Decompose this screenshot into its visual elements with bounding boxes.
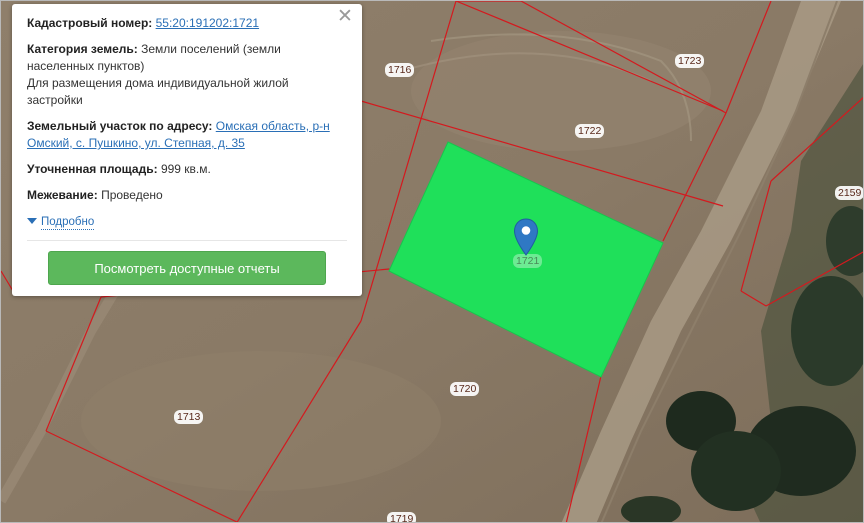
land-usage-value: Для размещения дома индивидуальной жилой… xyxy=(27,76,289,107)
area-value: 999 кв.м. xyxy=(160,162,211,176)
parcel-label-1713: 1713 xyxy=(174,410,204,424)
view-reports-button[interactable]: Посмотреть доступные отчеты xyxy=(48,251,326,285)
more-details-row: Подробно xyxy=(27,213,347,230)
parcel-label-2159: 2159 xyxy=(835,186,863,200)
cadastral-number-row: Кадастровый номер: 55:20:191202:1721 xyxy=(27,15,347,32)
parcel-label-1722: 1722 xyxy=(575,124,605,138)
selected-parcel-label: 1721 xyxy=(513,254,543,268)
popup-divider xyxy=(27,240,347,241)
parcel-label-1716: 1716 xyxy=(385,63,415,77)
triangle-down-icon xyxy=(27,218,37,224)
map-pin-icon[interactable] xyxy=(513,218,539,256)
address-row: Земельный участок по адресу: Омская обла… xyxy=(27,118,347,152)
parcel-info-popup: ✕ Кадастровый номер: 55:20:191202:1721 К… xyxy=(12,4,362,296)
parcel-label-1723: 1723 xyxy=(675,54,705,68)
area-row: Уточненная площадь: 999 кв.м. xyxy=(27,161,347,178)
parcel-label-1719: 1719 xyxy=(387,512,417,522)
survey-label: Межевание: xyxy=(27,188,98,202)
area-label: Уточненная площадь: xyxy=(27,162,158,176)
more-details-link[interactable]: Подробно xyxy=(41,216,95,230)
survey-value: Проведено xyxy=(101,188,163,202)
parcel-label-1720: 1720 xyxy=(450,382,480,396)
close-icon[interactable]: ✕ xyxy=(336,7,354,26)
land-category-label: Категория земель: xyxy=(27,42,138,56)
land-category-row: Категория земель: Земли поселений (земли… xyxy=(27,41,347,109)
address-label: Земельный участок по адресу: xyxy=(27,119,213,133)
cadastral-number-link[interactable]: 55:20:191202:1721 xyxy=(156,16,259,30)
survey-row: Межевание: Проведено xyxy=(27,187,347,204)
cadastral-number-label: Кадастровый номер: xyxy=(27,16,153,30)
